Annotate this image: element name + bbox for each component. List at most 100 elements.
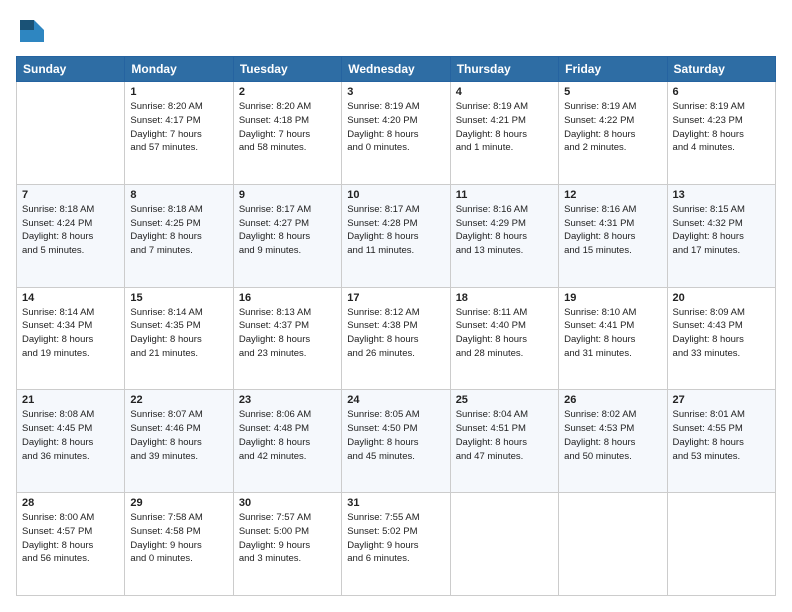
page: SundayMondayTuesdayWednesdayThursdayFrid… — [0, 0, 792, 612]
calendar-cell: 27 Sunrise: 8:01 AM Sunset: 4:55 PM Dayli… — [667, 390, 775, 493]
day-detail: Sunrise: 8:19 AM Sunset: 4:22 PM Dayligh… — [564, 100, 661, 155]
day-detail: Sunrise: 8:20 AM Sunset: 4:17 PM Dayligh… — [130, 100, 227, 155]
day-detail: Sunrise: 8:14 AM Sunset: 4:35 PM Dayligh… — [130, 306, 227, 361]
calendar-cell: 15 Sunrise: 8:14 AM Sunset: 4:35 PM Dayli… — [125, 287, 233, 390]
day-number: 2 — [239, 86, 336, 98]
day-detail: Sunrise: 8:01 AM Sunset: 4:55 PM Dayligh… — [673, 408, 770, 463]
calendar-cell: 12 Sunrise: 8:16 AM Sunset: 4:31 PM Dayli… — [559, 184, 667, 287]
day-number: 21 — [22, 394, 119, 406]
day-number: 19 — [564, 292, 661, 304]
day-detail: Sunrise: 8:20 AM Sunset: 4:18 PM Dayligh… — [239, 100, 336, 155]
day-number: 25 — [456, 394, 553, 406]
week-row-2: 7 Sunrise: 8:18 AM Sunset: 4:24 PM Daylig… — [17, 184, 776, 287]
day-number: 5 — [564, 86, 661, 98]
calendar-body: 1 Sunrise: 8:20 AM Sunset: 4:17 PM Daylig… — [17, 82, 776, 596]
calendar-cell: 28Sunrise: 8:00 AM Sunset: 4:57 PM Dayli… — [17, 493, 125, 596]
weekday-header-row: SundayMondayTuesdayWednesdayThursdayFrid… — [17, 57, 776, 82]
day-detail: Sunrise: 8:09 AM Sunset: 4:43 PM Dayligh… — [673, 306, 770, 361]
calendar-table: SundayMondayTuesdayWednesdayThursdayFrid… — [16, 56, 776, 596]
calendar-cell: 3 Sunrise: 8:19 AM Sunset: 4:20 PM Daylig… — [342, 82, 450, 185]
day-detail: Sunrise: 8:18 AM Sunset: 4:24 PM Dayligh… — [22, 203, 119, 258]
day-number: 3 — [347, 86, 444, 98]
weekday-header-monday: Monday — [125, 57, 233, 82]
day-detail: Sunrise: 8:19 AM Sunset: 4:20 PM Dayligh… — [347, 100, 444, 155]
day-number: 31 — [347, 497, 444, 509]
day-number: 23 — [239, 394, 336, 406]
day-number: 20 — [673, 292, 770, 304]
day-detail: Sunrise: 8:08 AM Sunset: 4:45 PM Dayligh… — [22, 408, 119, 463]
day-detail: Sunrise: 8:02 AM Sunset: 4:53 PM Dayligh… — [564, 408, 661, 463]
day-detail: Sunrise: 8:12 AM Sunset: 4:38 PM Dayligh… — [347, 306, 444, 361]
day-detail: Sunrise: 8:19 AM Sunset: 4:21 PM Dayligh… — [456, 100, 553, 155]
day-detail: Sunrise: 8:16 AM Sunset: 4:31 PM Dayligh… — [564, 203, 661, 258]
calendar-cell: 29 Sunrise: 7:58 AM Sunset: 4:58 PM Dayli… — [125, 493, 233, 596]
weekday-header-tuesday: Tuesday — [233, 57, 341, 82]
calendar-cell: 13 Sunrise: 8:15 AM Sunset: 4:32 PM Dayli… — [667, 184, 775, 287]
calendar-cell: 11 Sunrise: 8:16 AM Sunset: 4:29 PM Dayli… — [450, 184, 558, 287]
day-number: 24 — [347, 394, 444, 406]
calendar-cell: 18 Sunrise: 8:11 AM Sunset: 4:40 PM Dayli… — [450, 287, 558, 390]
calendar-cell: 23Sunrise: 8:06 AM Sunset: 4:48 PM Dayli… — [233, 390, 341, 493]
calendar-cell — [17, 82, 125, 185]
weekday-header-saturday: Saturday — [667, 57, 775, 82]
week-row-1: 1 Sunrise: 8:20 AM Sunset: 4:17 PM Daylig… — [17, 82, 776, 185]
day-detail: Sunrise: 7:57 AM Sunset: 5:00 PM Dayligh… — [239, 511, 336, 566]
day-number: 26 — [564, 394, 661, 406]
day-detail: Sunrise: 8:04 AM Sunset: 4:51 PM Dayligh… — [456, 408, 553, 463]
calendar-cell: 10 Sunrise: 8:17 AM Sunset: 4:28 PM Dayli… — [342, 184, 450, 287]
weekday-header-friday: Friday — [559, 57, 667, 82]
calendar-cell: 9Sunrise: 8:17 AM Sunset: 4:27 PM Daylig… — [233, 184, 341, 287]
calendar-cell: 1 Sunrise: 8:20 AM Sunset: 4:17 PM Daylig… — [125, 82, 233, 185]
day-number: 1 — [130, 86, 227, 98]
week-row-5: 28Sunrise: 8:00 AM Sunset: 4:57 PM Dayli… — [17, 493, 776, 596]
calendar-cell: 5 Sunrise: 8:19 AM Sunset: 4:22 PM Daylig… — [559, 82, 667, 185]
day-number: 12 — [564, 189, 661, 201]
day-number: 15 — [130, 292, 227, 304]
day-number: 29 — [130, 497, 227, 509]
day-number: 17 — [347, 292, 444, 304]
calendar-cell: 21 Sunrise: 8:08 AM Sunset: 4:45 PM Dayli… — [17, 390, 125, 493]
calendar-cell: 16Sunrise: 8:13 AM Sunset: 4:37 PM Dayli… — [233, 287, 341, 390]
day-number: 22 — [130, 394, 227, 406]
day-detail: Sunrise: 7:58 AM Sunset: 4:58 PM Dayligh… — [130, 511, 227, 566]
weekday-header-thursday: Thursday — [450, 57, 558, 82]
logo — [16, 16, 50, 46]
calendar-cell: 26 Sunrise: 8:02 AM Sunset: 4:53 PM Dayli… — [559, 390, 667, 493]
calendar-cell: 30 Sunrise: 7:57 AM Sunset: 5:00 PM Dayli… — [233, 493, 341, 596]
calendar-cell — [559, 493, 667, 596]
calendar-cell — [667, 493, 775, 596]
day-number: 7 — [22, 189, 119, 201]
calendar-cell: 19Sunrise: 8:10 AM Sunset: 4:41 PM Dayli… — [559, 287, 667, 390]
calendar-cell: 6Sunrise: 8:19 AM Sunset: 4:23 PM Daylig… — [667, 82, 775, 185]
calendar-cell: 31 Sunrise: 7:55 AM Sunset: 5:02 PM Dayli… — [342, 493, 450, 596]
calendar-cell — [450, 493, 558, 596]
week-row-3: 14 Sunrise: 8:14 AM Sunset: 4:34 PM Dayli… — [17, 287, 776, 390]
day-detail: Sunrise: 8:14 AM Sunset: 4:34 PM Dayligh… — [22, 306, 119, 361]
calendar-cell: 7 Sunrise: 8:18 AM Sunset: 4:24 PM Daylig… — [17, 184, 125, 287]
calendar-cell: 24 Sunrise: 8:05 AM Sunset: 4:50 PM Dayli… — [342, 390, 450, 493]
day-number: 8 — [130, 189, 227, 201]
day-number: 30 — [239, 497, 336, 509]
day-detail: Sunrise: 8:11 AM Sunset: 4:40 PM Dayligh… — [456, 306, 553, 361]
calendar-cell: 20 Sunrise: 8:09 AM Sunset: 4:43 PM Dayli… — [667, 287, 775, 390]
day-detail: Sunrise: 7:55 AM Sunset: 5:02 PM Dayligh… — [347, 511, 444, 566]
day-number: 14 — [22, 292, 119, 304]
day-number: 9 — [239, 189, 336, 201]
day-detail: Sunrise: 8:13 AM Sunset: 4:37 PM Dayligh… — [239, 306, 336, 361]
calendar-cell: 17 Sunrise: 8:12 AM Sunset: 4:38 PM Dayli… — [342, 287, 450, 390]
week-row-4: 21 Sunrise: 8:08 AM Sunset: 4:45 PM Dayli… — [17, 390, 776, 493]
day-number: 13 — [673, 189, 770, 201]
calendar-cell: 8Sunrise: 8:18 AM Sunset: 4:25 PM Daylig… — [125, 184, 233, 287]
day-number: 27 — [673, 394, 770, 406]
day-number: 10 — [347, 189, 444, 201]
day-number: 11 — [456, 189, 553, 201]
weekday-header-wednesday: Wednesday — [342, 57, 450, 82]
day-number: 18 — [456, 292, 553, 304]
day-detail: Sunrise: 8:17 AM Sunset: 4:28 PM Dayligh… — [347, 203, 444, 258]
day-number: 28 — [22, 497, 119, 509]
day-detail: Sunrise: 8:05 AM Sunset: 4:50 PM Dayligh… — [347, 408, 444, 463]
day-detail: Sunrise: 8:19 AM Sunset: 4:23 PM Dayligh… — [673, 100, 770, 155]
calendar-cell: 2 Sunrise: 8:20 AM Sunset: 4:18 PM Daylig… — [233, 82, 341, 185]
day-detail: Sunrise: 8:15 AM Sunset: 4:32 PM Dayligh… — [673, 203, 770, 258]
day-detail: Sunrise: 8:16 AM Sunset: 4:29 PM Dayligh… — [456, 203, 553, 258]
